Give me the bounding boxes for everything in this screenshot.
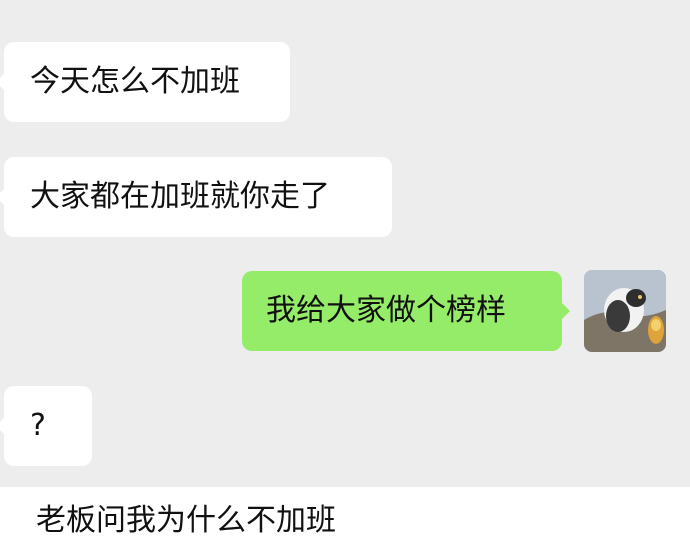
cat-photo-avatar-icon[interactable]: [584, 270, 666, 352]
caption-bar: 老板问我为什么不加班: [0, 487, 690, 555]
caption-text: 老板问我为什么不加班: [36, 503, 336, 538]
cat-photo-icon: [584, 270, 666, 352]
message-text: 大家都在加班就你走了: [30, 179, 330, 214]
message-text: 今天怎么不加班: [30, 64, 240, 99]
message-text: ?: [30, 408, 46, 443]
incoming-message-bubble[interactable]: 大家都在加班就你走了: [0, 157, 392, 237]
incoming-message-bubble[interactable]: 今天怎么不加班: [0, 42, 290, 122]
message-text: 我给大家做个榜样: [266, 293, 506, 328]
incoming-message-bubble[interactable]: ?: [0, 386, 92, 466]
outgoing-message-bubble[interactable]: 我给大家做个榜样: [242, 271, 570, 351]
chat-area: 今天怎么不加班 大家都在加班就你走了 我给大家做个榜样 ?: [0, 0, 690, 487]
